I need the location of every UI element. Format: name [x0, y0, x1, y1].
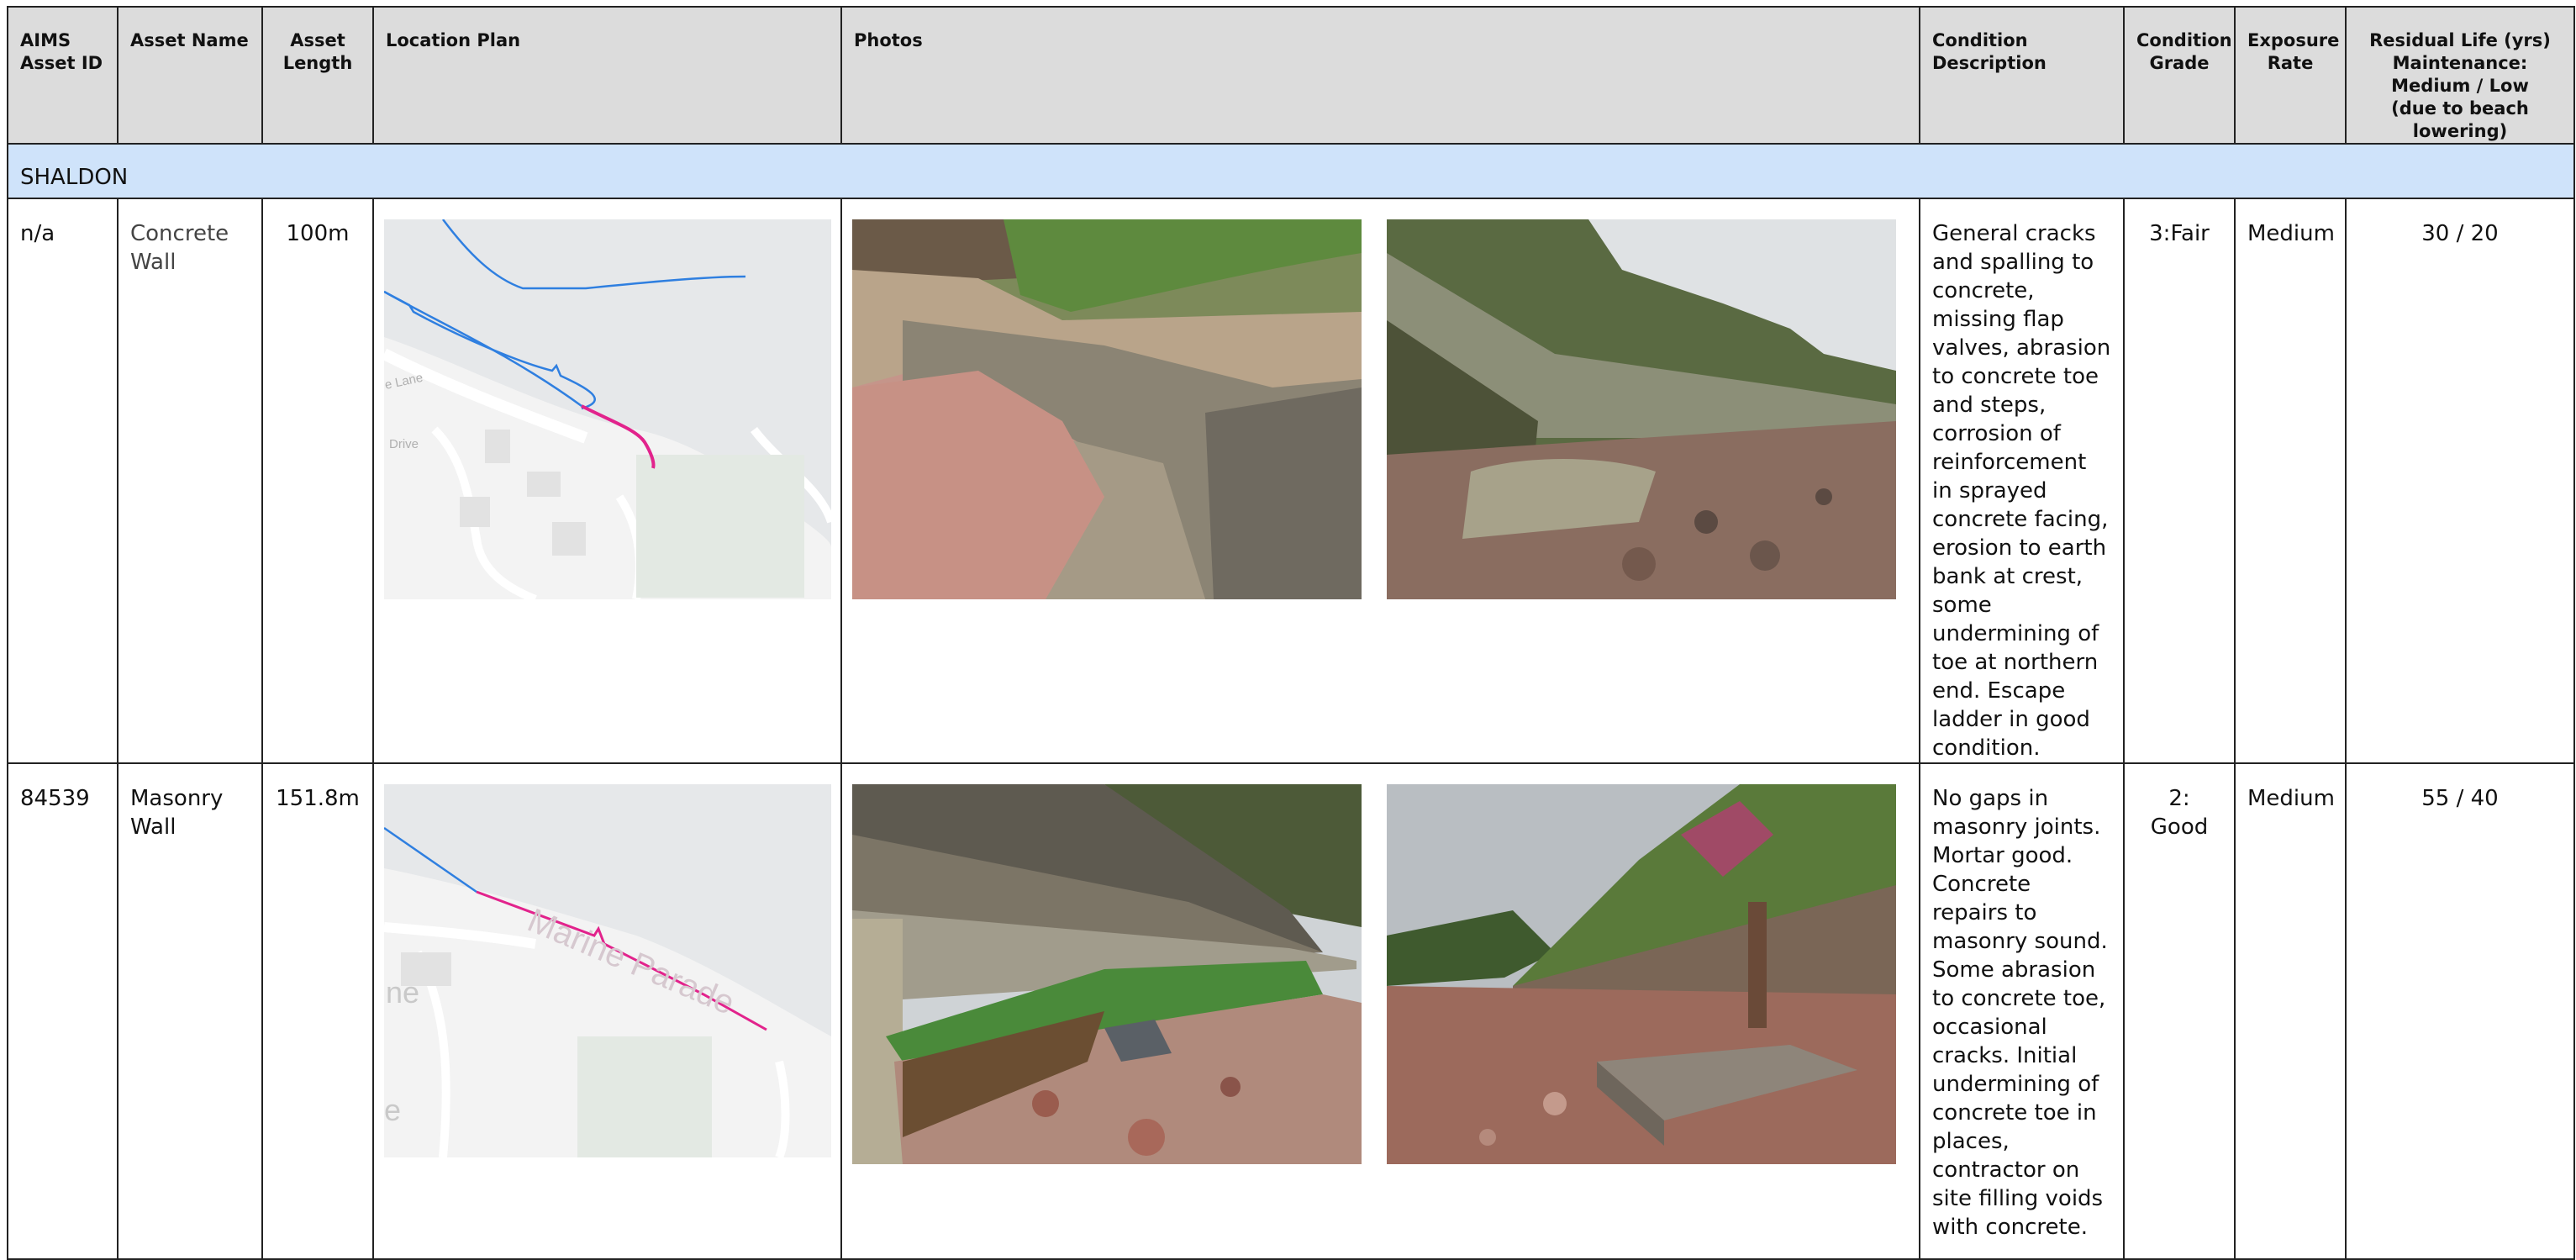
table-row: n/a Concrete Wall 100m e Lane Drive Gene…	[7, 198, 2575, 764]
map-street-label: e	[384, 1093, 401, 1127]
exposure-rate-cell: Medium	[2234, 762, 2347, 1260]
condition-grade-cell: 3:Fair	[2123, 198, 2236, 764]
header-residual-life: Residual Life (yrs) Maintenance: Medium …	[2345, 6, 2575, 145]
condition-grade-cell: 2: Good	[2123, 762, 2236, 1260]
table-row: 84539 Masonry Wall 151.8m Marine Parade …	[7, 762, 2575, 1260]
photo-concrete-wall-1[interactable]	[852, 219, 1362, 599]
residual-life-cell: 55 / 40	[2345, 762, 2575, 1260]
exposure-rate-cell: Medium	[2234, 198, 2347, 764]
asset-name-cell: Masonry Wall	[117, 762, 263, 1260]
header-row: AIMS Asset ID Asset Name Asset Length Lo…	[7, 6, 2575, 145]
photos-cell	[840, 762, 1920, 1260]
asset-length-cell: 100m	[261, 198, 374, 764]
location-plan-cell: Marine Parade ne e	[372, 762, 842, 1260]
map-street-label: ne	[386, 975, 419, 1010]
condition-description-cell: General cracks and spalling to concrete,…	[1919, 198, 2125, 764]
photo-masonry-wall-1[interactable]	[852, 784, 1362, 1164]
asset-id-cell: 84539	[7, 762, 119, 1260]
asset-length-cell: 151.8m	[261, 762, 374, 1260]
photo-concrete-wall-2[interactable]	[1387, 219, 1896, 599]
header-asset-length: Asset Length	[261, 6, 374, 145]
header-asset-id: AIMS Asset ID	[7, 6, 119, 145]
asset-id-cell: n/a	[7, 198, 119, 764]
photo-masonry-wall-2[interactable]	[1387, 784, 1896, 1164]
asset-name-cell: Concrete Wall	[117, 198, 263, 764]
section-label: SHALDON	[7, 143, 2575, 199]
location-plan-cell: e Lane Drive	[372, 198, 842, 764]
header-condition-grade: Condition Grade	[2123, 6, 2236, 145]
photos-cell	[840, 198, 1920, 764]
section-row: SHALDON	[7, 143, 2575, 199]
residual-life-cell: 30 / 20	[2345, 198, 2575, 764]
location-map[interactable]: Marine Parade ne e	[384, 784, 831, 1157]
asset-table: AIMS Asset ID Asset Name Asset Length Lo…	[7, 6, 2575, 1260]
header-location-plan: Location Plan	[372, 6, 842, 145]
condition-description-cell: No gaps in masonry joints. Mortar good. …	[1919, 762, 2125, 1260]
header-condition-description: Condition Description	[1919, 6, 2125, 145]
header-exposure-rate: Exposure Rate	[2234, 6, 2347, 145]
map-street-label: Drive	[389, 437, 419, 451]
header-photos: Photos	[840, 6, 1920, 145]
location-map[interactable]: e Lane Drive	[384, 219, 831, 599]
header-asset-name: Asset Name	[117, 6, 263, 145]
